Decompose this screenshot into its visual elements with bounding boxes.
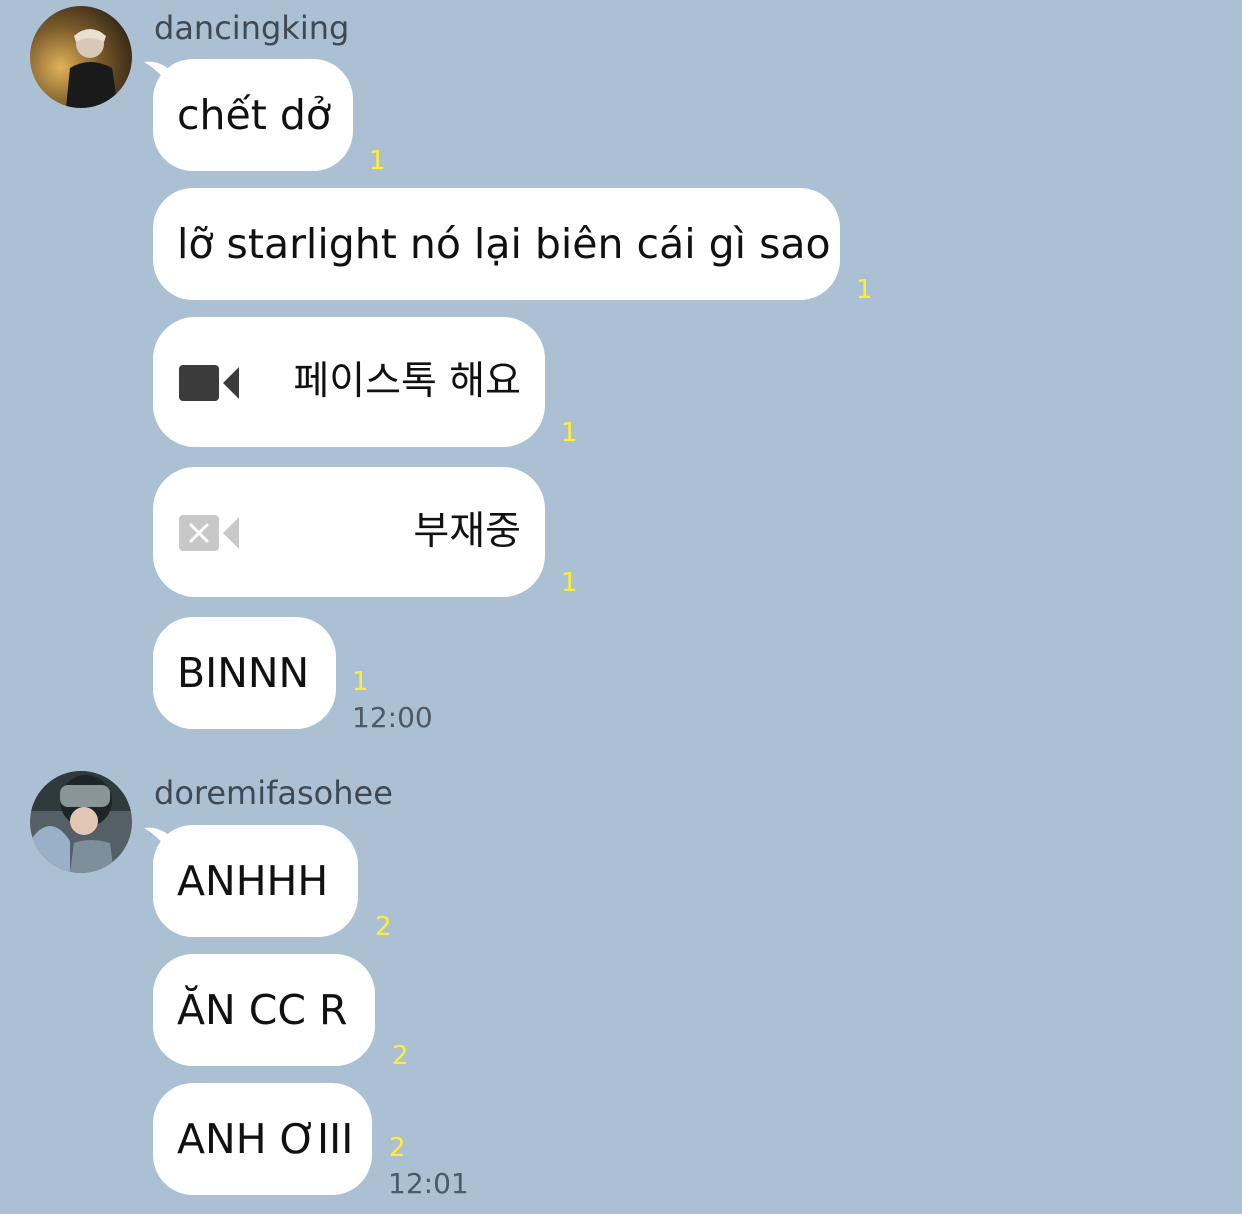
- message-text: ANHHH: [177, 857, 329, 905]
- user-avatar-icon: [30, 6, 132, 108]
- facetalk-call-bubble[interactable]: 페이스톡 해요: [153, 317, 545, 447]
- sender-name: doremifasohee: [154, 774, 393, 812]
- unread-count: 2: [392, 1041, 409, 1071]
- sender-avatar-doremifasohee[interactable]: [30, 771, 132, 873]
- message-time: 12:01: [388, 1167, 469, 1200]
- unread-count: 1: [561, 568, 578, 598]
- unread-count: 1: [352, 667, 369, 697]
- unread-count: 2: [389, 1133, 406, 1163]
- message-time: 12:00: [352, 701, 433, 734]
- message-text: ĂN CC R: [177, 986, 348, 1034]
- unread-count: 1: [369, 146, 386, 176]
- message-text: ANH ƠIII: [177, 1115, 354, 1163]
- call-label: 부재중: [413, 509, 521, 554]
- unread-count: 2: [375, 912, 392, 942]
- sender-avatar-dancingking[interactable]: [30, 6, 132, 108]
- message-bubble[interactable]: ANH ƠIII: [153, 1083, 372, 1195]
- missed-call-bubble[interactable]: 부재중: [153, 467, 545, 597]
- message-text: BINNN: [177, 649, 310, 697]
- missed-video-call-icon: [179, 515, 239, 551]
- unread-count: 1: [856, 275, 873, 305]
- message-text: chết dở: [177, 91, 331, 139]
- message-bubble[interactable]: chết dở: [153, 59, 353, 171]
- sender-name: dancingking: [154, 9, 350, 47]
- message-bubble[interactable]: ANHHH: [153, 825, 358, 937]
- unread-count: 1: [561, 418, 578, 448]
- message-text: lỡ starlight nó lại biên cái gì sao: [177, 220, 831, 268]
- user-avatar-icon: [30, 771, 132, 873]
- message-bubble[interactable]: lỡ starlight nó lại biên cái gì sao: [153, 188, 840, 300]
- video-call-icon: [179, 365, 239, 401]
- call-label: 페이스톡 해요: [293, 359, 521, 404]
- message-bubble[interactable]: ĂN CC R: [153, 954, 375, 1066]
- message-bubble[interactable]: BINNN: [153, 617, 336, 729]
